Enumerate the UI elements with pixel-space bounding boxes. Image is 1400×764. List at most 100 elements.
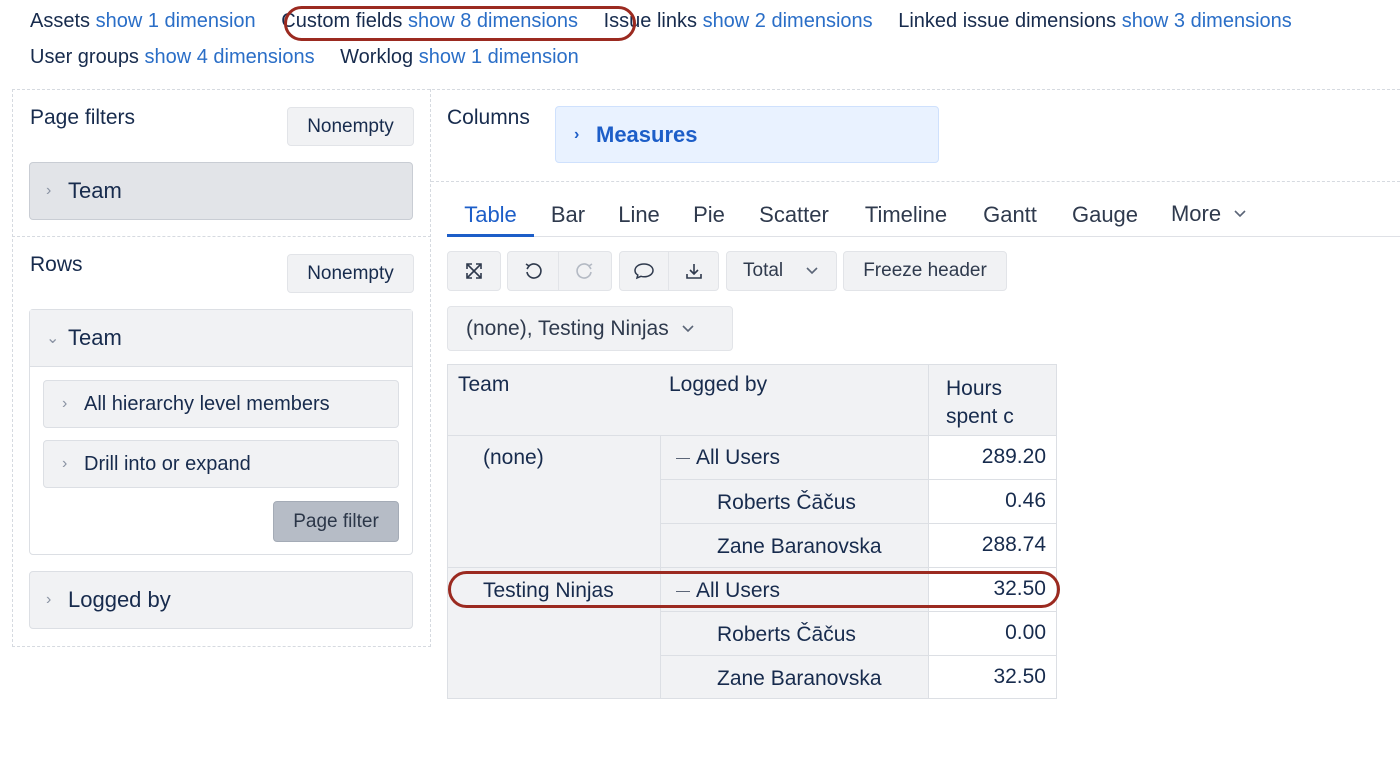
option-label: Drill into or expand [84, 452, 251, 475]
rows-logged-by-chip[interactable]: › Logged by [29, 571, 413, 629]
chip-label: Team [68, 178, 122, 203]
dimension-name: Assets [30, 10, 91, 32]
measure-header-line: Hours [946, 377, 1003, 400]
chip-label: Team [68, 325, 122, 350]
dimension-row-1: Assets show 1 dimension Custom fields sh… [30, 10, 1292, 33]
tab-bar[interactable]: Bar [545, 193, 591, 237]
collapse-icon[interactable] [676, 457, 690, 459]
chevron-right-icon: › [62, 455, 68, 472]
chevron-down-icon [806, 267, 818, 275]
dimension-group-linked-issue-dimensions: Linked issue dimensions show 3 dimension… [898, 10, 1292, 33]
option-label: All hierarchy level members [84, 392, 330, 415]
page-filter-value: (none), Testing Ninjas [466, 316, 669, 340]
comment-button[interactable] [619, 251, 669, 291]
user-row-header[interactable]: All Users [660, 567, 929, 612]
chevron-right-icon: › [62, 395, 68, 412]
user-row-header[interactable]: All Users [660, 435, 929, 480]
columns-title: Columns [447, 106, 530, 129]
comment-icon [634, 263, 654, 280]
chart-type-tabs: Table Bar Line Pie Scatter Timeline Gant… [447, 193, 1400, 237]
dimension-group-assets: Assets show 1 dimension [30, 10, 256, 33]
chip-label: Logged by [68, 587, 171, 612]
chevron-down-icon: ⌄ [46, 330, 60, 347]
chevron-right-icon: › [574, 125, 580, 143]
value-cell: 0.46 [928, 479, 1057, 524]
page-filter-team-chip[interactable]: › Team [29, 162, 413, 220]
dimension-name: Custom fields [281, 10, 403, 32]
tab-gauge[interactable]: Gauge [1067, 193, 1143, 237]
tab-pie[interactable]: Pie [688, 193, 730, 237]
value-cell: 0.00 [928, 611, 1057, 656]
show-dimensions-link[interactable]: show 4 dimensions [145, 46, 315, 68]
show-dimensions-link[interactable]: show 1 dimension [96, 10, 256, 32]
divider [431, 181, 1400, 182]
value-cell: 288.74 [928, 523, 1057, 568]
user-label: All Users [696, 446, 781, 469]
redo-icon [576, 263, 593, 279]
undo-button[interactable] [507, 251, 559, 291]
rows-team-header[interactable]: ⌄ Team [30, 310, 412, 367]
user-row-header[interactable]: Roberts Čāčus [660, 479, 929, 524]
chevron-down-icon [1234, 210, 1246, 218]
chevron-right-icon: › [46, 591, 52, 608]
show-dimensions-link[interactable]: show 8 dimensions [408, 10, 578, 32]
dimension-name: Worklog [340, 46, 414, 68]
show-dimensions-link[interactable]: show 2 dimensions [703, 10, 873, 32]
page-filters-nonempty-button[interactable]: Nonempty [287, 107, 414, 146]
measure-header-line: spent c [946, 405, 1014, 428]
dimension-name: Issue links [603, 10, 697, 32]
tab-gantt[interactable]: Gantt [978, 193, 1042, 237]
tab-line[interactable]: Line [613, 193, 665, 237]
chevron-right-icon: › [46, 182, 52, 199]
more-tabs-dropdown[interactable]: More [1165, 193, 1253, 237]
value-cell: 32.50 [928, 567, 1057, 612]
total-label: Total [743, 260, 784, 281]
dimension-name: User groups [30, 46, 139, 68]
measures-chip[interactable]: › Measures [555, 106, 939, 163]
chip-label: Measures [596, 121, 698, 147]
more-label: More [1170, 201, 1222, 226]
column-header-logged-by[interactable]: Logged by [669, 373, 767, 397]
page-filter-button[interactable]: Page filter [273, 501, 399, 542]
dimension-group-user-groups: User groups show 4 dimensions [30, 46, 315, 69]
redo-button[interactable] [559, 251, 612, 291]
all-hierarchy-level-members-option[interactable]: › All hierarchy level members [43, 380, 399, 428]
dimension-group-issue-links: Issue links show 2 dimensions [604, 10, 873, 33]
team-row-header[interactable]: Testing Ninjas [447, 567, 661, 699]
dimension-group-custom-fields: Custom fields show 8 dimensions [281, 10, 578, 33]
value-cell: 289.20 [928, 435, 1057, 480]
team-row-header[interactable]: (none) [447, 435, 661, 568]
undo-icon [525, 263, 542, 279]
results-table: Team Logged by Hours spent c (none) All … [447, 364, 1057, 699]
download-icon [685, 264, 702, 279]
user-row-header[interactable]: Roberts Čāčus [660, 611, 929, 656]
column-header-team[interactable]: Team [458, 373, 509, 397]
tab-timeline[interactable]: Timeline [859, 193, 953, 237]
rows-title: Rows [30, 253, 83, 276]
rows-team-expanded: ⌄ Team › All hierarchy level members › D… [29, 309, 413, 555]
show-dimensions-link[interactable]: show 3 dimensions [1122, 10, 1292, 32]
freeze-header-button[interactable]: Freeze header [843, 251, 1007, 291]
download-button[interactable] [669, 251, 719, 291]
dimension-group-worklog: Worklog show 1 dimension [340, 46, 579, 69]
user-row-header[interactable]: Zane Baranovska [660, 523, 929, 568]
page-filter-dropdown[interactable]: (none), Testing Ninjas [447, 306, 733, 351]
total-dropdown[interactable]: Total [726, 251, 837, 291]
rows-nonempty-button[interactable]: Nonempty [287, 254, 414, 293]
dimension-row-2: User groups show 4 dimensions Worklog sh… [30, 46, 599, 69]
tab-table[interactable]: Table [447, 193, 534, 237]
tab-scatter[interactable]: Scatter [753, 193, 835, 237]
divider [12, 236, 431, 237]
drill-into-or-expand-option[interactable]: › Drill into or expand [43, 440, 399, 488]
user-label: All Users [696, 579, 781, 602]
user-row-header[interactable]: Zane Baranovska [660, 655, 929, 699]
fullscreen-button[interactable] [447, 251, 501, 291]
page-filters-title: Page filters [30, 106, 136, 129]
chevron-down-icon [682, 324, 694, 332]
show-dimensions-link[interactable]: show 1 dimension [419, 46, 579, 68]
value-cell: 32.50 [928, 655, 1057, 699]
column-header-measure[interactable]: Hours spent c [928, 364, 1057, 436]
fullscreen-icon [466, 263, 482, 279]
collapse-icon[interactable] [676, 590, 690, 592]
dimension-name: Linked issue dimensions [898, 10, 1117, 32]
